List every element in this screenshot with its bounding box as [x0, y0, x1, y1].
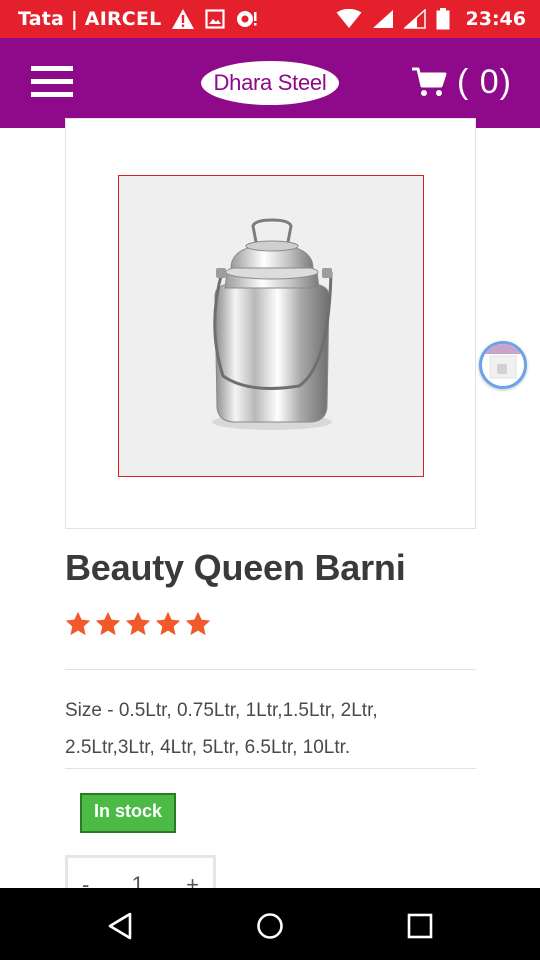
cart-button[interactable]: ( 0): [411, 56, 512, 108]
stock-status-badge: In stock: [80, 793, 176, 833]
warning-icon: [171, 8, 195, 30]
divider: [65, 768, 476, 769]
bubble-thumbnail-icon: [482, 344, 524, 379]
milk-can-image: [212, 218, 333, 430]
wifi-icon: [336, 9, 362, 29]
product-description: Size - 0.5Ltr, 0.75Ltr, 1Ltr,1.5Ltr, 2Lt…: [65, 692, 485, 766]
cart-count: ( 0): [457, 62, 512, 101]
description-line: 2.5Ltr,3Ltr, 4Ltr, 5Ltr, 6.5Ltr, 10Ltr.: [65, 737, 351, 758]
logo-text: Dhara Steel: [213, 70, 327, 95]
image-icon: [205, 9, 226, 29]
home-circle-icon[interactable]: [250, 906, 290, 946]
divider: [65, 669, 476, 670]
status-bar: Tata | AIRCEL 23:46: [0, 0, 540, 38]
signal-icon-2: [403, 9, 426, 29]
product-image-card: [65, 118, 476, 529]
app-bar: Dhara Steel ( 0): [0, 38, 540, 128]
battery-icon: [436, 8, 450, 30]
description-line: Size - 0.5Ltr, 0.75Ltr, 1Ltr,1.5Ltr, 2Lt…: [65, 700, 378, 721]
star-icon: [125, 611, 151, 636]
star-icon: [65, 611, 91, 636]
notification-icon: [235, 8, 259, 30]
product-image[interactable]: [118, 175, 424, 477]
brand-logo[interactable]: Dhara Steel: [201, 61, 339, 105]
star-icon: [185, 611, 211, 636]
cart-icon: [412, 67, 447, 96]
star-icon: [95, 611, 121, 636]
product-title: Beauty Queen Barni: [65, 547, 406, 588]
star-rating: [64, 610, 212, 638]
clock: 23:46: [465, 8, 526, 30]
back-triangle-icon[interactable]: [100, 906, 140, 946]
star-icon: [155, 611, 181, 636]
system-nav-bar: [0, 888, 540, 960]
carrier-label: Tata | AIRCEL: [18, 8, 162, 30]
recents-square-icon[interactable]: [400, 906, 440, 946]
hamburger-icon[interactable]: [31, 66, 75, 100]
status-right: 23:46: [336, 8, 526, 30]
signal-icon: [372, 9, 394, 29]
status-left: Tata | AIRCEL: [18, 8, 259, 30]
floating-chat-bubble[interactable]: [479, 341, 527, 389]
